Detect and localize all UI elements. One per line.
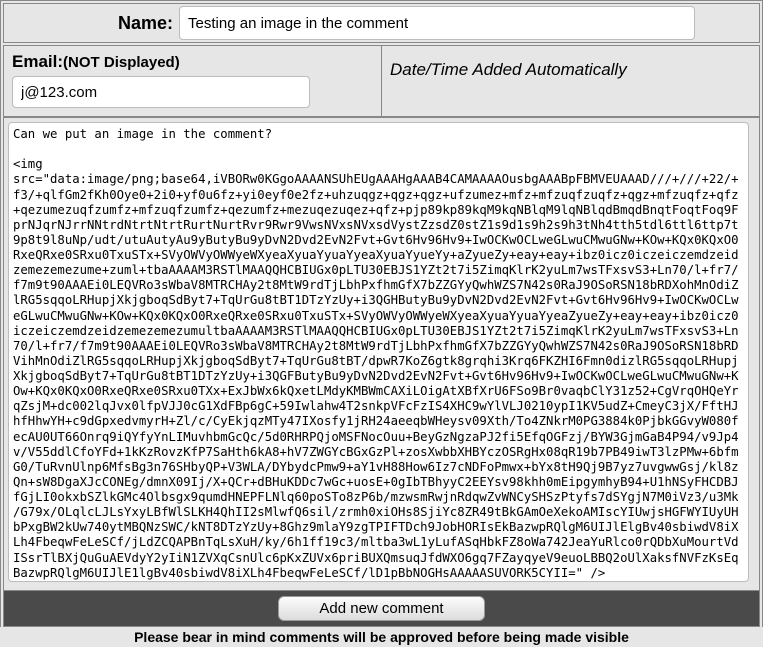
- datetime-cell: Date/Time Added Automatically: [381, 45, 760, 117]
- submit-row: Add new comment: [3, 591, 760, 627]
- mid-row: Email:(NOT Displayed) Date/Time Added Au…: [3, 45, 760, 117]
- footer-note: Please bear in mind comments will be app…: [0, 627, 763, 645]
- add-comment-button[interactable]: Add new comment: [278, 596, 484, 621]
- email-input[interactable]: [12, 76, 310, 108]
- comment-row: [3, 117, 760, 591]
- datetime-label: Date/Time Added Automatically: [390, 52, 751, 80]
- name-row: Name:: [3, 3, 760, 43]
- email-hint: (NOT Displayed): [63, 54, 180, 71]
- email-cell: Email:(NOT Displayed): [3, 45, 381, 117]
- email-label: Email:: [12, 52, 63, 71]
- comment-textarea[interactable]: [8, 122, 749, 582]
- name-label: Name:: [118, 13, 173, 34]
- name-input[interactable]: [179, 6, 695, 40]
